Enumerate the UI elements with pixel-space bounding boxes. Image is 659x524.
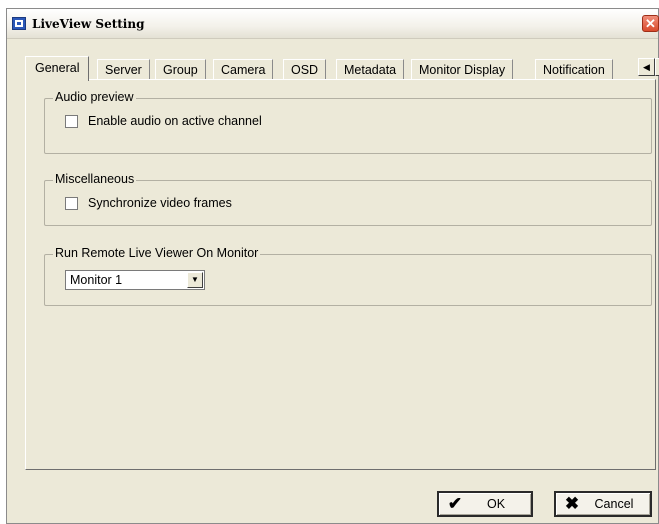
- cancel-button-label: Cancel: [594, 497, 634, 511]
- tab-scroll-arrows: ◀ ▶: [638, 58, 659, 76]
- general-tab-panel: Audio preview Enable audio on active cha…: [25, 79, 656, 470]
- miscellaneous-title: Miscellaneous: [53, 172, 137, 186]
- tab-notification[interactable]: Notification: [535, 59, 613, 80]
- ok-button[interactable]: ✔ OK: [437, 491, 533, 517]
- synchronize-frames-label: Synchronize video frames: [88, 196, 232, 210]
- audio-preview-title: Audio preview: [53, 90, 136, 104]
- remote-viewer-title: Run Remote Live Viewer On Monitor: [53, 246, 261, 260]
- tab-metadata[interactable]: Metadata: [336, 59, 405, 80]
- monitor-select-value: Monitor 1: [70, 273, 123, 287]
- enable-audio-checkbox[interactable]: [65, 114, 78, 128]
- x-icon: ✖: [564, 494, 580, 513]
- tab-scroll-right-icon[interactable]: ▶: [655, 58, 659, 76]
- check-icon: ✔: [447, 494, 463, 513]
- synchronize-frames-checkbox[interactable]: [65, 196, 78, 210]
- audio-preview-group: Audio preview Enable audio on active cha…: [44, 90, 652, 154]
- enable-audio-row[interactable]: Enable audio on active channel: [65, 114, 262, 128]
- close-button[interactable]: ✕: [642, 15, 659, 32]
- tab-osd[interactable]: OSD: [283, 59, 327, 80]
- title-bar[interactable]: LiveView Setting ✕: [7, 9, 659, 39]
- tab-monitor-display[interactable]: Monitor Display: [411, 59, 514, 80]
- cancel-button[interactable]: ✖ Cancel: [554, 491, 652, 517]
- app-icon: [12, 17, 26, 30]
- window-title: LiveView Setting: [32, 17, 145, 31]
- tab-server[interactable]: Server: [97, 59, 150, 80]
- chevron-down-icon[interactable]: ▼: [187, 272, 203, 288]
- tab-strip: General Server Group Camera OSD Metadata…: [25, 56, 659, 81]
- tab-group[interactable]: Group: [155, 59, 206, 80]
- remote-viewer-group: Run Remote Live Viewer On Monitor Monito…: [44, 246, 652, 306]
- miscellaneous-group: Miscellaneous Synchronize video frames: [44, 172, 652, 226]
- liveview-setting-dialog: LiveView Setting ✕ General Server Group …: [6, 8, 659, 524]
- tab-general[interactable]: General: [25, 56, 90, 81]
- synchronize-frames-row[interactable]: Synchronize video frames: [65, 196, 232, 210]
- enable-audio-label: Enable audio on active channel: [88, 114, 262, 128]
- monitor-select[interactable]: Monitor 1 ▼: [65, 270, 205, 290]
- ok-button-label: OK: [486, 497, 506, 511]
- tab-camera[interactable]: Camera: [213, 59, 274, 80]
- tab-scroll-left-icon[interactable]: ◀: [638, 58, 655, 76]
